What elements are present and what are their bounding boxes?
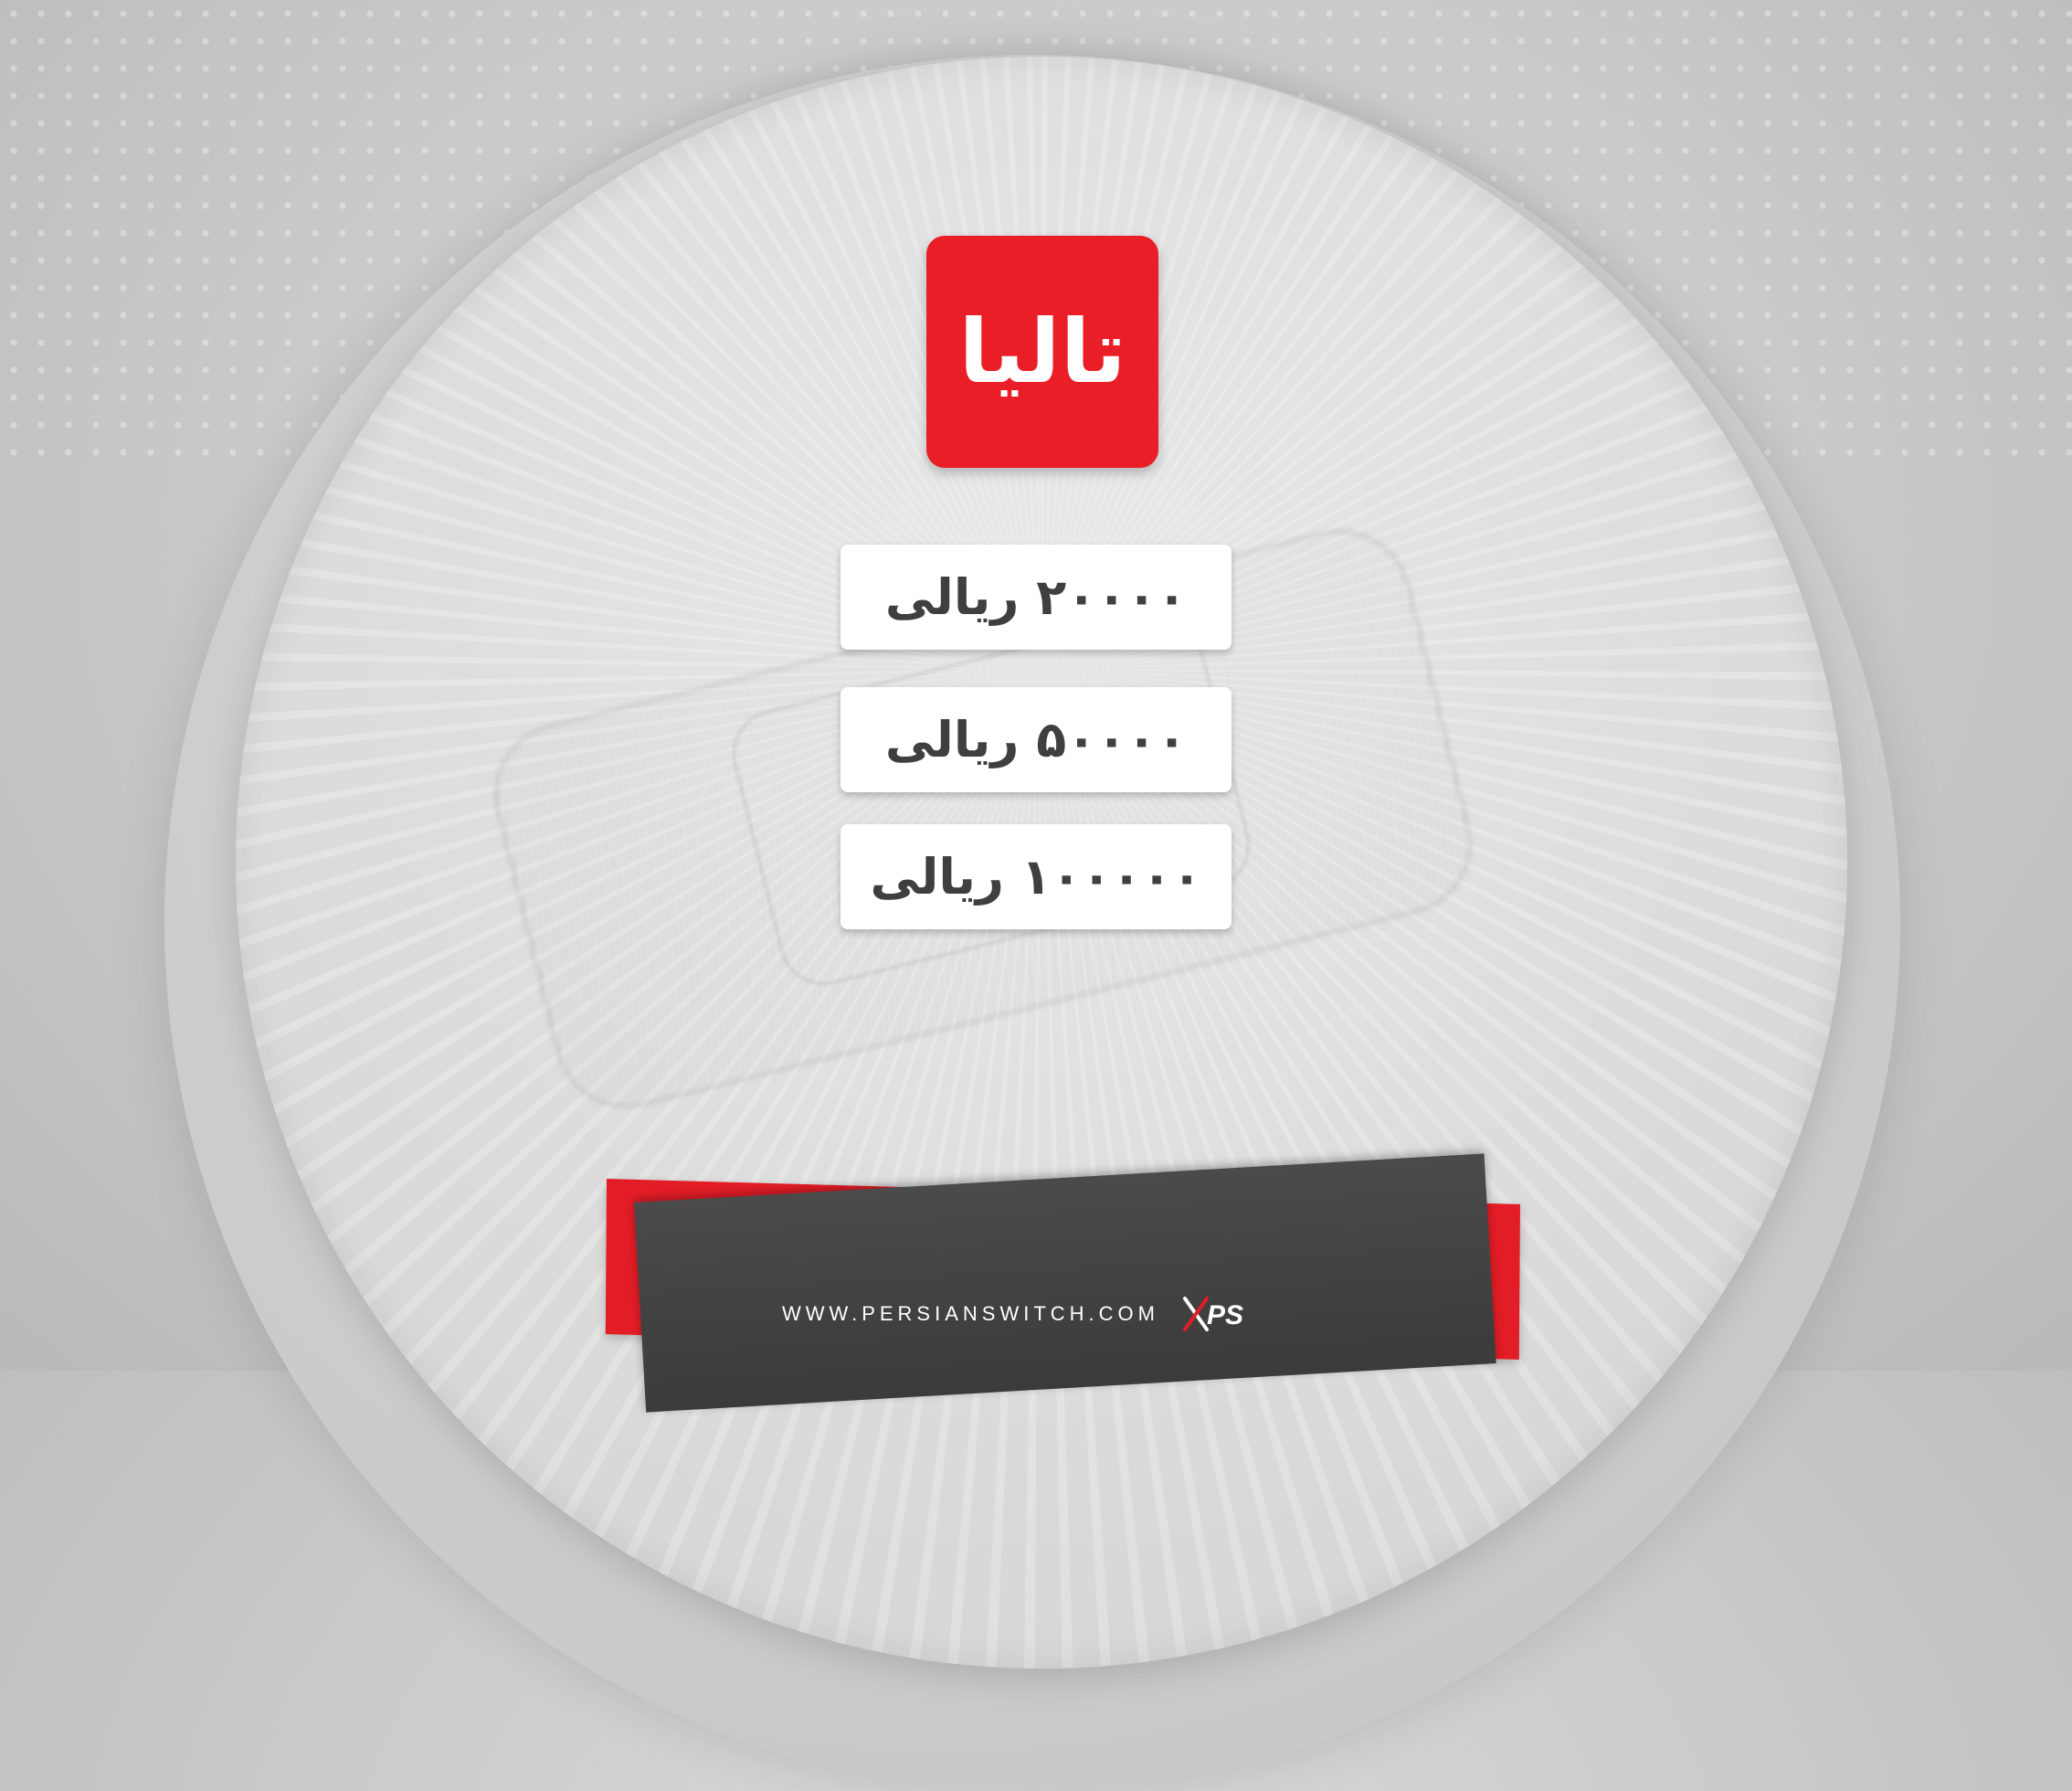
footer-row: WWW.PERSIANSWITCH.COM PS <box>782 1291 1271 1337</box>
option-label: ۵۰۰۰۰ ریالی <box>884 711 1188 768</box>
taliya-logo: تالیا <box>926 236 1158 468</box>
option-100000-rial-button[interactable]: ۱۰۰۰۰۰ ریالی <box>840 824 1232 929</box>
footer-url-link[interactable]: WWW.PERSIANSWITCH.COM <box>782 1302 1159 1326</box>
option-label: ۱۰۰۰۰۰ ریالی <box>870 848 1202 906</box>
logo-text: تالیا <box>958 301 1126 403</box>
option-20000-rial-button[interactable]: ۲۰۰۰۰ ریالی <box>840 545 1232 650</box>
option-label: ۲۰۰۰۰ ریالی <box>884 568 1188 626</box>
footer-logo-text: PS <box>1207 1300 1243 1330</box>
persianswitch-logo-icon: PS <box>1182 1297 1243 1331</box>
option-50000-rial-button[interactable]: ۵۰۰۰۰ ریالی <box>840 687 1232 792</box>
